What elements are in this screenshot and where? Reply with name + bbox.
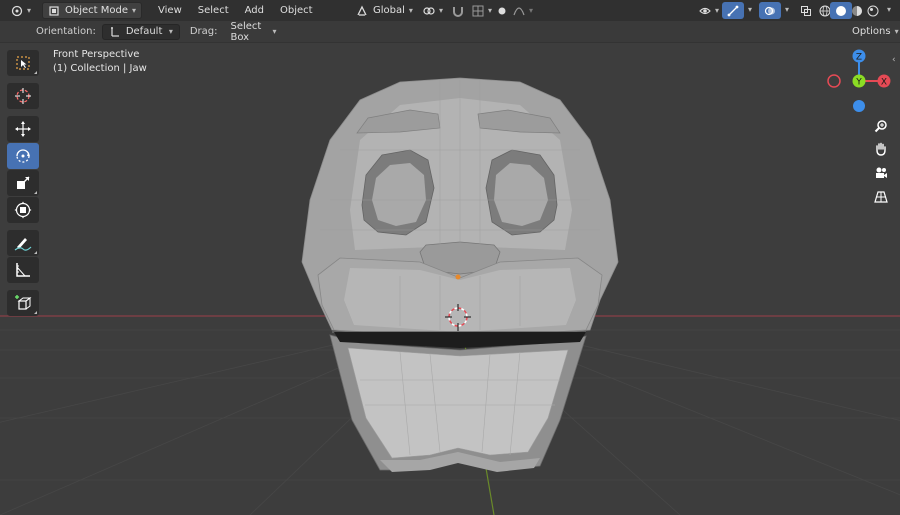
measure-icon: [16, 263, 30, 277]
menu-object[interactable]: Object: [272, 5, 321, 16]
add-cube-icon: [15, 295, 32, 310]
magnet-icon: [453, 6, 463, 17]
rotate-icon: [16, 149, 30, 163]
viewport-scene: [0, 77, 900, 515]
overlays-icon: [764, 6, 775, 15]
chevron-down-icon[interactable]: ▾: [887, 5, 891, 14]
transform-tool[interactable]: [7, 197, 39, 223]
orientation-value: Default: [125, 26, 163, 37]
mode-label: Object Mode: [65, 5, 129, 16]
options-label: Options: [852, 26, 891, 37]
grid-perspective-icon: [874, 191, 888, 203]
editor-type-button[interactable]: ▾: [6, 2, 36, 19]
visibility-selector[interactable]: ▾: [694, 2, 724, 19]
chevron-down-icon[interactable]: ▾: [748, 5, 752, 14]
shading-rendered-button[interactable]: [862, 2, 884, 19]
view-name: Front Perspective: [53, 49, 140, 60]
hand-icon: [876, 142, 886, 156]
annotate-icon: [14, 238, 32, 251]
move-tool[interactable]: [7, 116, 39, 142]
chevron-down-icon: ▾: [408, 6, 413, 15]
pan-button[interactable]: [870, 138, 892, 160]
snap-grid-icon: [472, 5, 484, 16]
pivot-icon: [423, 6, 435, 15]
tool-shelf: [7, 50, 39, 317]
menu-view[interactable]: View: [150, 5, 190, 16]
cursor-icon: [15, 88, 31, 104]
zoom-button[interactable]: [870, 115, 892, 137]
3d-viewport[interactable]: Front Perspective (1) Collection | Jaw Z…: [0, 43, 900, 515]
zoom-icon: [874, 120, 887, 133]
gizmo-x-label: X: [881, 78, 887, 88]
header-menus: View Select Add Object: [150, 5, 321, 16]
menu-select[interactable]: Select: [190, 5, 237, 16]
menu-add[interactable]: Add: [237, 5, 272, 16]
camera-icon: [876, 167, 887, 178]
chevron-down-icon: ▾: [168, 27, 173, 36]
falloff-curve-icon: [513, 6, 525, 15]
rotate-tool[interactable]: [7, 143, 39, 169]
tool-settings-bar: Orientation: Default ▾ Drag: Select Box …: [0, 21, 900, 43]
gizmo-neg-z: [853, 100, 865, 112]
drag-value: Select Box: [230, 20, 262, 43]
sidebar-toggle-arrow[interactable]: ‹: [892, 55, 896, 65]
navigation-gizmo[interactable]: Z X Y: [824, 46, 894, 116]
orientation-default-icon: [110, 26, 119, 37]
drag-dropdown[interactable]: Select Box ▾: [223, 20, 284, 43]
chevron-down-icon: ▾: [27, 6, 32, 15]
viewport-header: ▾ Object Mode ▾ View Select Add Object G…: [0, 0, 900, 21]
move-icon: [15, 121, 31, 137]
orientation-label: Global: [373, 5, 405, 16]
cursor-tool[interactable]: [7, 83, 39, 109]
annotate-tool[interactable]: [7, 230, 39, 256]
chevron-down-icon: ▾: [439, 6, 444, 15]
drag-field-label: Drag:: [189, 26, 218, 37]
collection-info: (1) Collection | Jaw: [53, 63, 147, 74]
chevron-down-icon: ▾: [132, 6, 137, 15]
mode-selector[interactable]: Object Mode ▾: [42, 2, 143, 19]
chevron-down-icon: ▾: [529, 6, 534, 15]
gizmo-y-label: Y: [855, 78, 862, 88]
select-box-tool[interactable]: [7, 50, 39, 76]
eye-icon: [699, 7, 711, 14]
proportional-edit-icon: [498, 7, 506, 14]
object-mode-icon: [49, 5, 59, 16]
chevron-down-icon[interactable]: ▾: [785, 5, 789, 14]
select-box-icon: [16, 56, 30, 70]
transform-icon: [14, 201, 32, 219]
measure-tool[interactable]: [7, 257, 39, 283]
add-cube-tool[interactable]: [7, 290, 39, 316]
perspective-toggle-button[interactable]: [870, 186, 892, 208]
gizmo-icon: [727, 5, 739, 16]
orientation-axes-icon: [357, 5, 367, 16]
falloff-selector[interactable]: ▾: [508, 2, 538, 19]
jaw-mesh: [329, 334, 587, 472]
editor-type-icon: [11, 5, 23, 16]
snap-toggle[interactable]: [447, 2, 469, 19]
rendered-sphere-icon: [867, 5, 879, 16]
overlays-toggle[interactable]: [759, 2, 781, 19]
orientation-dropdown[interactable]: Default ▾: [101, 23, 180, 40]
transform-orientation-selector[interactable]: Global ▾: [351, 2, 418, 19]
gizmo-toggle[interactable]: [722, 2, 744, 19]
object-origin: [455, 274, 461, 280]
gizmo-neg-x: [827, 74, 841, 88]
scale-tool[interactable]: [7, 170, 39, 196]
pivot-point-selector[interactable]: ▾: [418, 2, 448, 19]
chevron-down-icon: ▾: [715, 6, 720, 15]
options-dropdown[interactable]: Options ▾: [845, 23, 899, 40]
gizmo-z-label: Z: [856, 53, 862, 63]
chevron-down-icon: ▾: [272, 27, 277, 36]
camera-view-button[interactable]: [870, 162, 892, 184]
scale-icon: [17, 176, 30, 189]
orientation-field-label: Orientation:: [36, 26, 96, 37]
chevron-down-icon: ▾: [894, 27, 899, 36]
xray-icon: [801, 5, 811, 16]
